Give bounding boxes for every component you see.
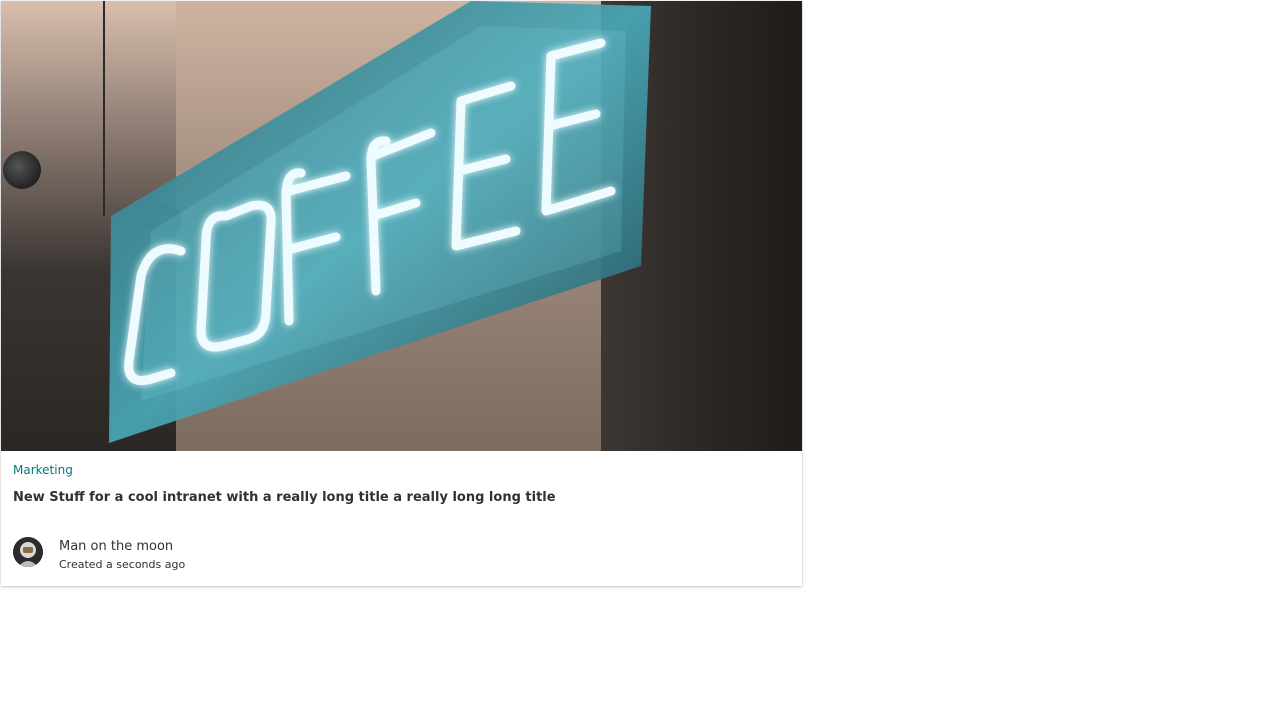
category-label[interactable]: Marketing bbox=[13, 463, 73, 477]
news-title[interactable]: New Stuff for a cool intranet with a rea… bbox=[13, 490, 793, 505]
card-content: Marketing New Stuff for a cool intranet … bbox=[1, 451, 802, 586]
author-row: Man on the moon Created a seconds ago bbox=[13, 537, 413, 571]
hero-image[interactable] bbox=[1, 1, 802, 451]
news-card[interactable]: Marketing New Stuff for a cool intranet … bbox=[1, 1, 802, 586]
author-name: Man on the moon bbox=[59, 539, 174, 554]
avatar-graphic bbox=[13, 537, 43, 567]
neon-sign-graphic bbox=[109, 1, 651, 443]
person-avatar-icon[interactable] bbox=[13, 537, 43, 567]
created-timestamp: Created a seconds ago bbox=[59, 558, 186, 571]
